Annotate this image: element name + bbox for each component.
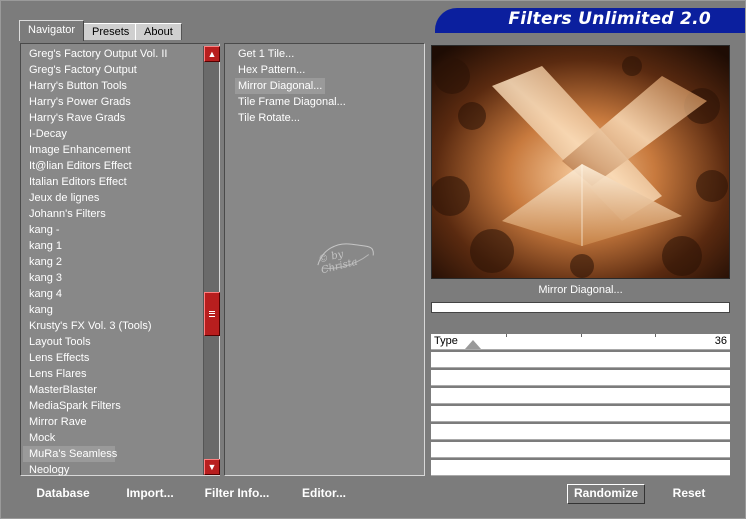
- filters-unlimited-window: Navigator Presets About Filters Unlimite…: [0, 0, 746, 519]
- category-item[interactable]: I-Decay: [23, 126, 201, 142]
- category-item[interactable]: Harry's Rave Grads: [23, 110, 201, 126]
- preview-render: [432, 46, 729, 278]
- filter-item[interactable]: Mirror Diagonal...: [235, 78, 326, 94]
- import-button[interactable]: Import...: [121, 484, 179, 504]
- reset-button[interactable]: Reset: [665, 484, 713, 504]
- category-item[interactable]: Greg's Factory Output Vol. II: [23, 46, 201, 62]
- preview-caption: Mirror Diagonal...: [538, 284, 623, 296]
- filter-list-panel: Get 1 Tile... Hex Pattern... Mirror Diagon…: [224, 43, 425, 476]
- category-item[interactable]: Jeux de lignes: [23, 190, 201, 206]
- category-item[interactable]: Lens Effects: [23, 350, 201, 366]
- category-item[interactable]: Layout Tools: [23, 334, 201, 350]
- randomize-button[interactable]: Randomize: [567, 484, 645, 504]
- param-ticks: [431, 334, 730, 338]
- tab-navigator[interactable]: Navigator: [19, 20, 85, 41]
- category-item[interactable]: Italian Editors Effect: [23, 174, 201, 190]
- param-value: 36: [714, 335, 727, 347]
- param-row-empty: [431, 352, 730, 368]
- param-row-empty: [431, 388, 730, 404]
- category-item[interactable]: kang 3: [23, 270, 201, 286]
- tab-about[interactable]: About: [135, 23, 182, 40]
- scroll-down-arrow-icon[interactable]: ▼: [204, 459, 220, 475]
- category-item[interactable]: kang 2: [23, 254, 201, 270]
- watermark-stamp: © by Christa: [307, 228, 386, 280]
- category-item[interactable]: Greg's Factory Output: [23, 62, 201, 78]
- grip-icon: [209, 311, 215, 317]
- scroll-thumb[interactable]: [204, 292, 220, 336]
- category-list-panel: Greg's Factory Output Vol. II Greg's Fact…: [20, 43, 220, 476]
- category-item[interactable]: Johann's Filters: [23, 206, 201, 222]
- category-scrollbar[interactable]: ▲ ▼: [203, 46, 220, 475]
- category-item[interactable]: Harry's Button Tools: [23, 78, 201, 94]
- param-row-empty: [431, 442, 730, 458]
- preview-image: [431, 45, 730, 279]
- filter-item[interactable]: Tile Frame Diagonal...: [235, 94, 349, 110]
- param-row-empty: [431, 370, 730, 386]
- category-item[interactable]: Lens Flares: [23, 366, 201, 382]
- param-row-empty: [431, 406, 730, 422]
- filter-info-button[interactable]: Filter Info...: [200, 484, 274, 504]
- param-row-type[interactable]: Type 36: [431, 334, 730, 350]
- filter-item[interactable]: Get 1 Tile...: [235, 46, 297, 62]
- tab-presets[interactable]: Presets: [83, 23, 139, 40]
- category-item[interactable]: MasterBlaster: [23, 382, 201, 398]
- category-item[interactable]: kang: [23, 302, 201, 318]
- progress-bar: [431, 302, 730, 313]
- category-item[interactable]: Mirror Rave: [23, 414, 201, 430]
- category-item[interactable]: MuRa's Seamless: [23, 446, 117, 462]
- filter-list: Get 1 Tile... Hex Pattern... Mirror Diagon…: [235, 46, 349, 126]
- category-item[interactable]: Neology: [23, 462, 201, 478]
- filter-item[interactable]: Hex Pattern...: [235, 62, 308, 78]
- param-label: Type: [434, 335, 458, 347]
- category-item[interactable]: Image Enhancement: [23, 142, 201, 158]
- category-item[interactable]: kang 4: [23, 286, 201, 302]
- param-row-empty: [431, 460, 730, 476]
- param-row-empty: [431, 424, 730, 440]
- category-item[interactable]: Harry's Power Grads: [23, 94, 201, 110]
- database-button[interactable]: Database: [29, 484, 97, 504]
- editor-button[interactable]: Editor...: [297, 484, 351, 504]
- scroll-up-arrow-icon[interactable]: ▲: [204, 46, 220, 62]
- slider-thumb[interactable]: [465, 340, 481, 349]
- category-item[interactable]: MediaSpark Filters: [23, 398, 201, 414]
- category-item[interactable]: It@lian Editors Effect: [23, 158, 201, 174]
- category-list: Greg's Factory Output Vol. II Greg's Fact…: [23, 46, 201, 478]
- app-title-banner: Filters Unlimited 2.0: [435, 8, 745, 33]
- app-title: Filters Unlimited 2.0: [508, 9, 711, 29]
- category-item[interactable]: kang -: [23, 222, 201, 238]
- category-item[interactable]: Mock: [23, 430, 201, 446]
- category-item[interactable]: Krusty's FX Vol. 3 (Tools): [23, 318, 201, 334]
- category-item[interactable]: kang 1: [23, 238, 201, 254]
- filter-item[interactable]: Tile Rotate...: [235, 110, 303, 126]
